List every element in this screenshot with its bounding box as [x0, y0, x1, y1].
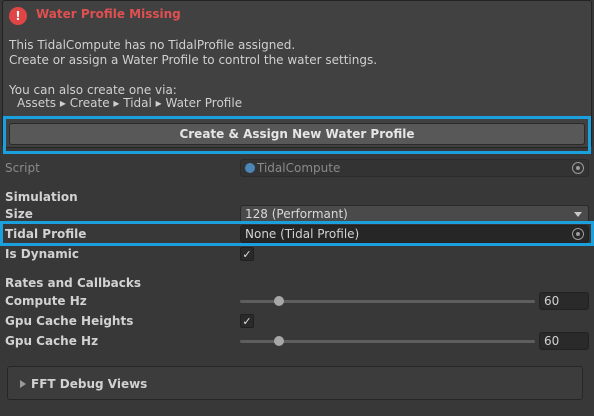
- compute-hz-slider-track[interactable]: [240, 300, 535, 303]
- script-field: TidalCompute: [240, 159, 589, 177]
- compute-hz-label: Compute Hz: [5, 294, 87, 308]
- script-label: Script: [5, 161, 40, 175]
- rates-header: Rates and Callbacks: [5, 276, 141, 290]
- gpu-cache-hz-slider-track[interactable]: [240, 340, 535, 343]
- help-box-line-2: Create or assign a Water Profile to cont…: [9, 53, 378, 67]
- simulation-header: Simulation: [5, 190, 78, 204]
- tidal-profile-field[interactable]: None (Tidal Profile): [240, 225, 589, 243]
- help-box-title: Water Profile Missing: [36, 7, 181, 21]
- object-picker-icon[interactable]: [572, 228, 584, 240]
- object-picker-icon: [572, 162, 584, 174]
- fft-debug-label[interactable]: FFT Debug Views: [31, 377, 147, 391]
- script-field-value: TidalCompute: [257, 161, 341, 175]
- compute-hz-slider-thumb[interactable]: [274, 296, 285, 306]
- gpu-cache-hz-slider-thumb[interactable]: [274, 336, 285, 346]
- gpu-cache-heights-checkbox[interactable]: ✓: [240, 314, 254, 328]
- create-assign-profile-button[interactable]: Create & Assign New Water Profile: [9, 123, 585, 145]
- help-box-line-1: This TidalCompute has no TidalProfile as…: [9, 38, 296, 52]
- is-dynamic-checkbox[interactable]: ✓: [240, 247, 254, 261]
- size-label: Size: [5, 207, 33, 221]
- compute-hz-input[interactable]: 60: [539, 292, 589, 310]
- foldout-triangle-icon[interactable]: [20, 380, 26, 388]
- chevron-down-icon: [574, 212, 582, 217]
- gpu-cache-hz-label: Gpu Cache Hz: [5, 334, 99, 348]
- is-dynamic-label: Is Dynamic: [5, 247, 79, 261]
- error-icon: !: [9, 7, 27, 25]
- tidal-profile-value: None (Tidal Profile): [245, 227, 360, 241]
- gpu-cache-heights-label: Gpu Cache Heights: [5, 314, 134, 328]
- gpu-cache-hz-input[interactable]: 60: [539, 332, 589, 350]
- size-dropdown-value: 128 (Performant): [245, 207, 348, 221]
- help-box-menu-path: Assets ▸ Create ▸ Tidal ▸ Water Profile: [17, 96, 243, 110]
- tidal-profile-label: Tidal Profile: [5, 227, 87, 241]
- help-box-line-3: You can also create one via:: [9, 83, 177, 97]
- script-asset-icon: [245, 163, 255, 173]
